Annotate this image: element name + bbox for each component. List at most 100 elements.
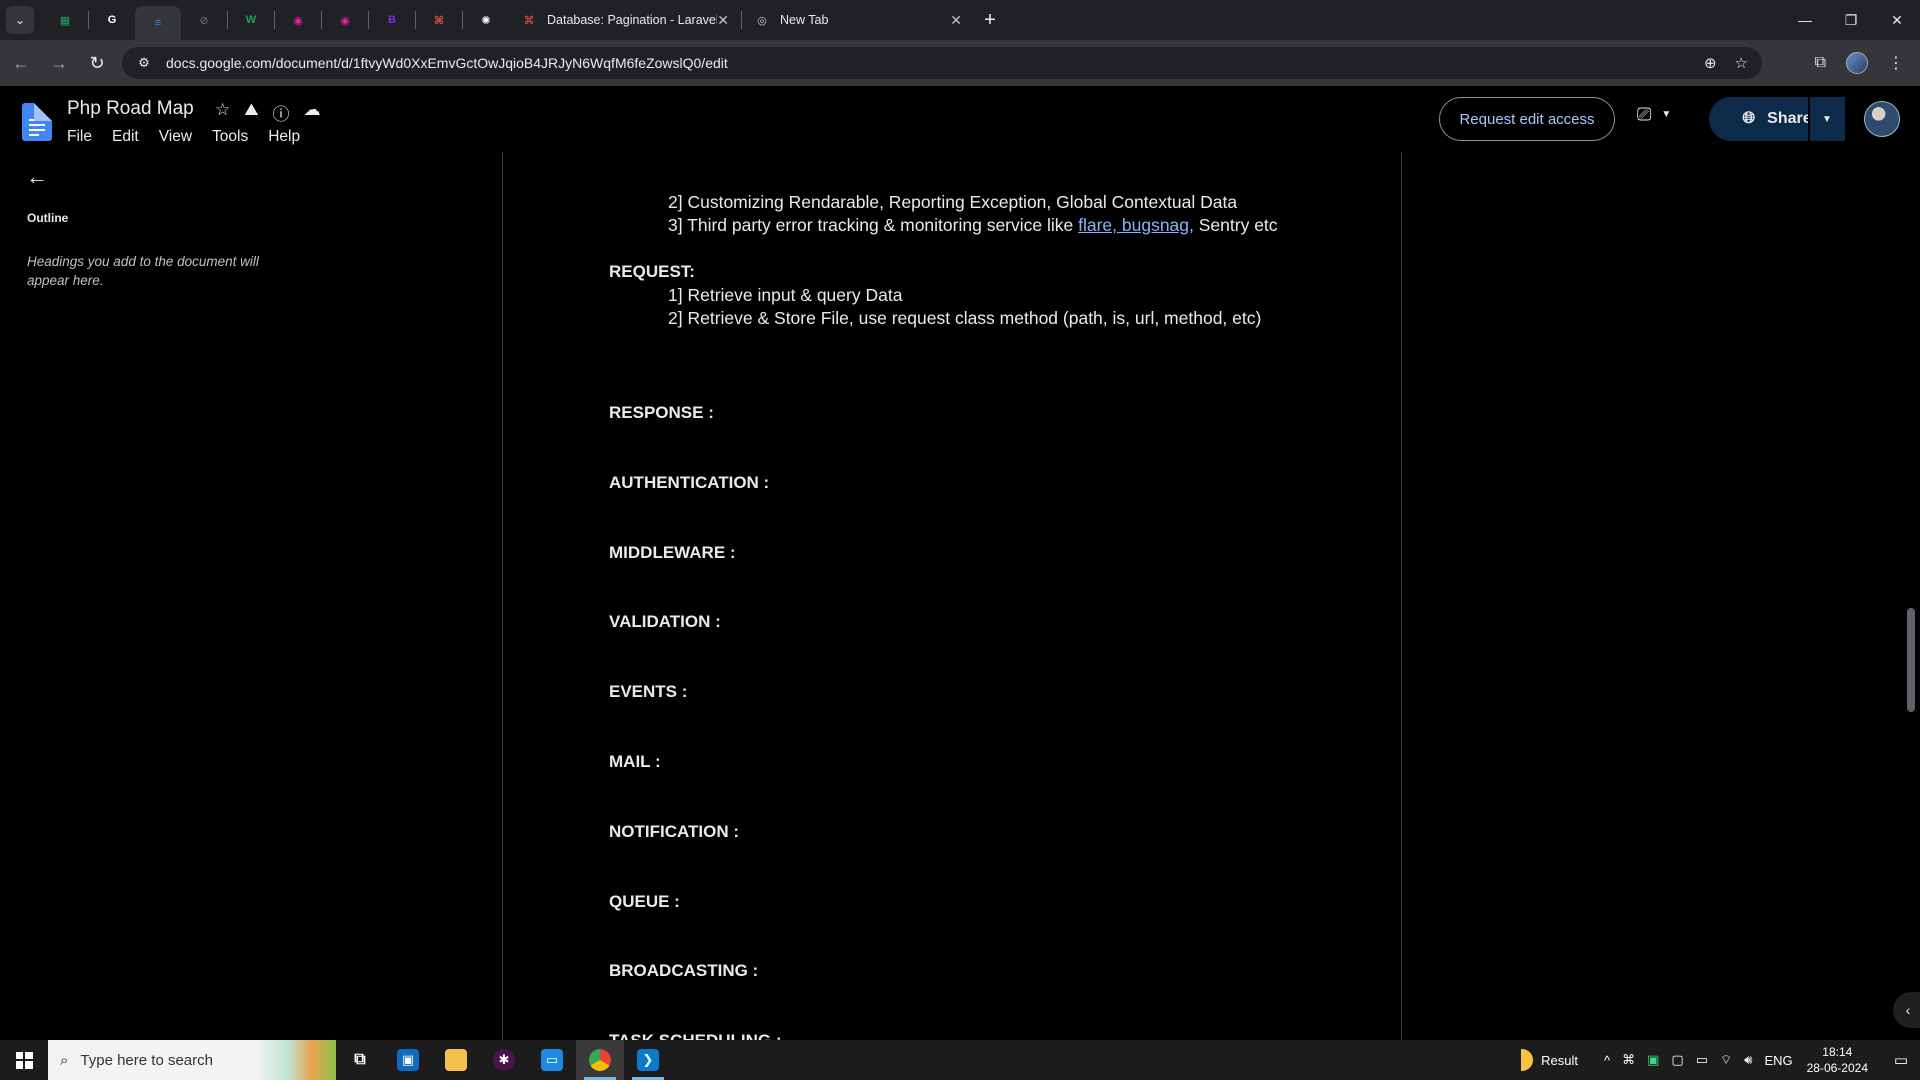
taskbar-search[interactable]: ⌕ Type here to search	[48, 1040, 336, 1080]
moon-icon	[1521, 1049, 1534, 1071]
volume-icon[interactable]: 🔊︎	[1744, 1052, 1752, 1068]
close-icon[interactable]: ✕	[717, 12, 729, 29]
minimize-button[interactable]: —	[1782, 0, 1828, 40]
pinned-tab[interactable]: W	[228, 4, 274, 36]
menu-file[interactable]: File	[67, 128, 92, 146]
forward-button[interactable]: →	[42, 46, 76, 80]
close-icon[interactable]: ✕	[950, 12, 962, 29]
notification-icon: ▭	[1893, 1052, 1909, 1069]
reload-button[interactable]: ↻	[80, 46, 114, 80]
chevron-down-icon: ▼	[1661, 109, 1672, 120]
outline-title: Outline	[27, 211, 69, 225]
tab-laravel-pagination[interactable]: ⌘ Database: Pagination - Laravel 1 ✕	[509, 4, 741, 36]
taskbar-file-explorer[interactable]	[432, 1040, 480, 1080]
tab-search-button[interactable]: ⌄	[6, 6, 34, 34]
account-avatar[interactable]	[1864, 101, 1900, 137]
meet-button[interactable]: ⎚ ▼	[1637, 104, 1671, 125]
laravel-icon: ⌘	[433, 14, 445, 27]
close-window-button[interactable]: ✕	[1874, 0, 1920, 40]
pinned-tab[interactable]: ▦	[42, 4, 88, 36]
pinned-tab[interactable]: ◉	[322, 4, 368, 36]
pinned-tab[interactable]: B	[369, 4, 415, 36]
zoom-icon[interactable]: ⊕	[1704, 54, 1717, 72]
doc-heading: BROADCASTING :	[609, 961, 759, 981]
taskbar-slack[interactable]: ✱	[480, 1040, 528, 1080]
outline-panel: ← Outline Headings you add to the docume…	[0, 152, 480, 1040]
menu-tools[interactable]: Tools	[212, 128, 248, 146]
docs-logo-icon[interactable]	[22, 103, 52, 141]
network-app-icon[interactable]: ⌘	[1622, 1052, 1635, 1068]
extensions-icon[interactable]: ⧉	[1815, 54, 1826, 72]
clock[interactable]: 18:14 28-06-2024	[1807, 1044, 1868, 1076]
pinned-tab[interactable]: ⊘	[181, 4, 227, 36]
pinned-tab[interactable]: G	[89, 4, 135, 36]
scrollbar-track[interactable]	[1900, 152, 1920, 1040]
pinned-tab[interactable]: ✺	[463, 4, 509, 36]
menu-bar: File Edit View Tools Help	[67, 128, 300, 146]
globe-icon: 🌐︎	[1742, 110, 1756, 127]
menu-edit[interactable]: Edit	[112, 128, 139, 146]
star-icon[interactable]: ☆	[215, 100, 230, 125]
clock-time: 18:14	[1822, 1045, 1853, 1059]
taskbar-vscode[interactable]: ❯	[624, 1040, 672, 1080]
taskbar-store[interactable]: ▣	[384, 1040, 432, 1080]
chrome-icon	[589, 1049, 611, 1071]
document-title[interactable]: Php Road Map	[67, 98, 194, 120]
notification-button[interactable]: ▭	[1882, 1040, 1920, 1080]
address-bar[interactable]: ⚙ docs.google.com/document/d/1ftvyWd0XxE…	[122, 47, 1762, 79]
chatgpt-icon: ✺	[481, 14, 491, 27]
chevron-down-icon: ⌄	[14, 13, 26, 27]
pinned-tabs: ▦ G ≡ ⊘ W ◉ ◉ B ⌘ ✺	[42, 0, 509, 40]
arrow-right-icon: →	[50, 52, 68, 73]
language-indicator[interactable]: ENG	[1764, 1053, 1792, 1068]
folder-icon	[445, 1049, 467, 1071]
menu-view[interactable]: View	[159, 128, 192, 146]
weather-widget[interactable]: Result	[1521, 1049, 1578, 1071]
document-page[interactable]: 2] Customizing Rendarable, Reporting Exc…	[502, 152, 1402, 1040]
side-panel-toggle[interactable]: ‹	[1893, 992, 1920, 1028]
google-icon: G	[107, 14, 117, 26]
green-app-icon[interactable]: ▣	[1647, 1052, 1659, 1068]
clock-date: 28-06-2024	[1806, 1061, 1868, 1075]
kebab-menu-icon[interactable]: ⋮	[1888, 53, 1904, 73]
doc-heading: REQUEST:	[609, 262, 695, 281]
back-button[interactable]: ←	[4, 46, 38, 80]
vscode-icon: ❯	[637, 1049, 659, 1071]
w-icon: W	[245, 14, 257, 26]
taskbar-chrome[interactable]	[576, 1040, 624, 1080]
wifi-icon[interactable]: ⌔	[1720, 1052, 1732, 1068]
restore-button[interactable]: ❐	[1828, 0, 1874, 40]
menu-help[interactable]: Help	[268, 128, 300, 146]
search-highlight-image	[256, 1040, 336, 1080]
site-info-icon[interactable]: ⚙	[132, 55, 156, 71]
bookmark-star-icon[interactable]: ☆	[1735, 54, 1748, 72]
doc-line: 2] Retrieve & Store File, use request cl…	[668, 308, 1262, 328]
profile-avatar[interactable]	[1846, 52, 1868, 74]
task-view-button[interactable]: ⧉	[336, 1040, 384, 1080]
battery-icon[interactable]: ▭	[1696, 1052, 1708, 1068]
cloud-status-icon[interactable]: ☁	[304, 100, 321, 125]
taskbar-app-blue[interactable]: ▭	[528, 1040, 576, 1080]
close-outline-button[interactable]: ←	[26, 164, 48, 190]
new-tab-button[interactable]: +	[976, 6, 1004, 34]
pinned-tab[interactable]: ⌘	[416, 4, 462, 36]
chevron-up-icon[interactable]: ^	[1604, 1053, 1610, 1068]
doc-link[interactable]: flare, bugsnag,	[1078, 215, 1194, 235]
link-icon: ⊘	[199, 14, 209, 27]
start-button[interactable]	[0, 1040, 48, 1080]
tab-new-tab[interactable]: ◎ New Tab ✕	[742, 4, 974, 36]
chevron-down-icon: ▼	[1822, 113, 1832, 125]
move-to-drive-icon[interactable]: ⛰	[244, 100, 258, 125]
info-icon[interactable]: ⓘ	[273, 100, 290, 125]
tab-strip: ⌄ ▦ G ≡ ⊘ W ◉ ◉ B ⌘ ✺ ⌘ Database: Pagination - La…	[0, 0, 1920, 40]
pink-app-icon-2: ◉	[340, 14, 350, 27]
b-icon: B	[388, 14, 396, 26]
url-text: docs.google.com/document/d/1ftvyWd0XxEmv…	[166, 55, 728, 71]
scrollbar-thumb[interactable]	[1907, 608, 1915, 712]
meet-tray-icon[interactable]: ▢	[1671, 1052, 1683, 1068]
request-edit-access-button[interactable]: Request edit access	[1439, 97, 1615, 141]
pinned-tab[interactable]: ◉	[275, 4, 321, 36]
chrome-icon: ◎	[757, 14, 767, 27]
pinned-tab[interactable]: ≡	[135, 6, 181, 40]
doc-heading: TASK SCHEDULING :	[609, 1031, 782, 1040]
